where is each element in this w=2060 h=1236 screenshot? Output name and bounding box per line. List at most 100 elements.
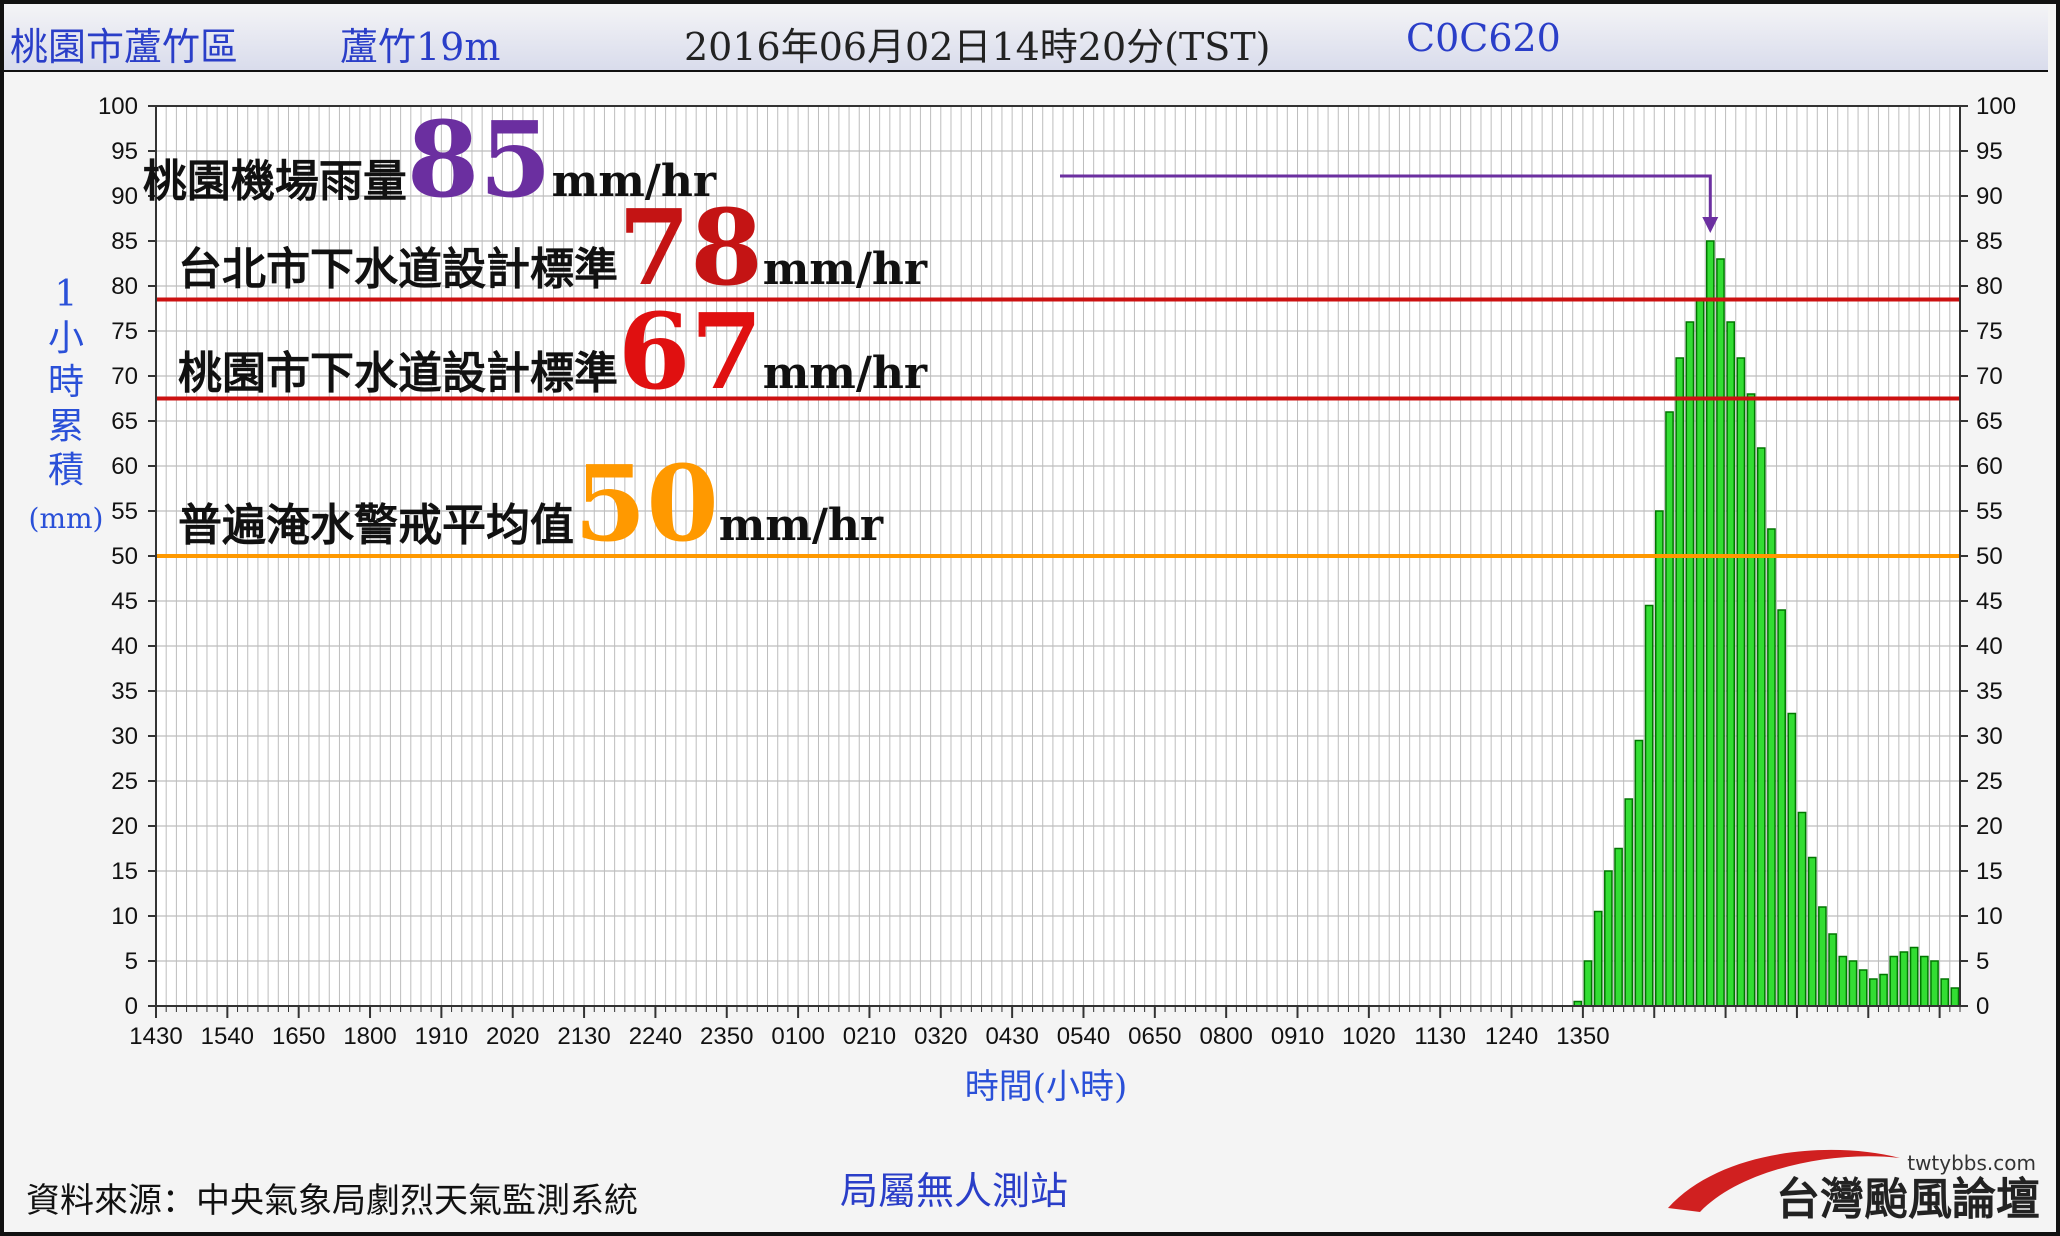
- x-tick-label: 1800: [343, 1023, 396, 1050]
- forum-logo: twtybbs.com 台灣颱風論壇: [1668, 1149, 2040, 1225]
- bar: [1685, 321, 1695, 1007]
- x-tick-label: 0650: [1128, 1023, 1181, 1050]
- bar: [1777, 609, 1786, 1007]
- y-tick-label: 70: [111, 363, 138, 390]
- bar: [1604, 870, 1613, 1007]
- y-tick-label-right: 45: [1976, 588, 2003, 615]
- x-tick-label: 0910: [1271, 1023, 1324, 1050]
- footer-source: 資料來源：中央氣象局劇烈天氣監測系統: [26, 1181, 638, 1221]
- x-tick-label: 2020: [486, 1023, 539, 1050]
- bar: [1644, 604, 1654, 1007]
- bar: [1583, 960, 1593, 1007]
- bar: [1695, 298, 1705, 1007]
- warning-unit: mm/hr: [719, 500, 884, 551]
- y-tick-label-right: 15: [1976, 858, 2003, 885]
- bar: [1756, 447, 1766, 1007]
- x-tick-label: 1430: [129, 1023, 182, 1050]
- y-tick-label: 40: [111, 633, 138, 660]
- y-tick-label-right: 95: [1976, 138, 2003, 165]
- y-tick-label-right: 65: [1976, 408, 2003, 435]
- footer-station-type: 局屬無人測站: [840, 1169, 1068, 1213]
- bar: [1807, 856, 1817, 1007]
- bar: [1624, 798, 1634, 1007]
- y-tick-label: 35: [111, 678, 138, 705]
- y-tick-label-right: 75: [1976, 318, 2003, 345]
- y-tick-label: 80: [111, 273, 138, 300]
- y-tick-label-right: 80: [1976, 273, 2003, 300]
- y-tick-label-right: 60: [1976, 453, 2003, 480]
- taoyuan-value: 67: [618, 290, 763, 413]
- bar: [1899, 951, 1909, 1007]
- bar: [1818, 906, 1827, 1007]
- y-tick-label: 45: [111, 588, 138, 615]
- x-tick-label: 2350: [700, 1023, 753, 1050]
- y-tick-label: 30: [111, 723, 138, 750]
- y-tick-label-right: 25: [1976, 768, 2003, 795]
- bar: [1593, 910, 1603, 1007]
- y-tick-label: 20: [111, 813, 138, 840]
- y-tick-label-right: 55: [1976, 498, 2003, 525]
- y-tick-label-right: 30: [1976, 723, 2003, 750]
- x-tick-label: 1910: [415, 1023, 468, 1050]
- x-tick-label: 1240: [1485, 1023, 1538, 1050]
- warning-value: 50: [574, 442, 719, 565]
- y-tick-label: 25: [111, 768, 138, 795]
- bar: [1930, 960, 1939, 1007]
- y-axis-title: 1 小時累積(mm): [29, 274, 104, 535]
- y-tick-label-right: 50: [1976, 543, 2003, 570]
- x-tick-label: 1540: [201, 1023, 254, 1050]
- airport-value: 85: [407, 98, 552, 221]
- forum-url: twtybbs.com: [1907, 1151, 2036, 1175]
- y-tick-label-right: 70: [1976, 363, 2003, 390]
- y-tick-label-right: 10: [1976, 903, 2003, 930]
- y-tick-label-right: 40: [1976, 633, 2003, 660]
- bar: [1675, 357, 1685, 1007]
- y-tick-label: 95: [111, 138, 138, 165]
- bar: [1869, 978, 1878, 1007]
- bar: [1919, 955, 1929, 1007]
- y-tick-label-right: 35: [1976, 678, 2003, 705]
- y-tick-label: 5: [125, 948, 138, 975]
- bar: [1950, 987, 1960, 1007]
- bar: [1797, 811, 1807, 1007]
- x-tick-label: 1130: [1414, 1023, 1466, 1050]
- y-tick-label-right: 100: [1976, 93, 2016, 120]
- bar: [1736, 357, 1746, 1007]
- bar: [1848, 960, 1858, 1007]
- y-tick-label-right: 85: [1976, 228, 2003, 255]
- y-tick-label: 50: [111, 543, 138, 570]
- bar: [1787, 712, 1797, 1007]
- y-tick-label: 10: [111, 903, 138, 930]
- x-tick-label: 0100: [771, 1023, 824, 1050]
- y-tick-label-right: 90: [1976, 183, 2003, 210]
- x-tick-label: 1350: [1556, 1023, 1609, 1050]
- x-tick-label: 1650: [272, 1023, 325, 1050]
- y-tick-label: 90: [111, 183, 138, 210]
- chart-canvas: 0 05 510 1015 1520 2025 2530 3035 3540 4045 4550 50…: [26, 93, 2040, 1225]
- bar: [1705, 240, 1715, 1007]
- x-tick-label: 0210: [843, 1023, 896, 1050]
- taipei-unit: mm/hr: [763, 244, 928, 295]
- bar: [1767, 528, 1776, 1007]
- bar: [1909, 946, 1919, 1007]
- y-tick-label: 0: [125, 993, 138, 1020]
- y-tick-label-right: 5: [1976, 948, 1989, 975]
- y-tick-label: 75: [111, 318, 138, 345]
- y-tick-label: 65: [111, 408, 138, 435]
- x-tick-label: 1020: [1342, 1023, 1395, 1050]
- bar: [1828, 933, 1837, 1007]
- x-tick-label: 0430: [985, 1023, 1038, 1050]
- bar: [1838, 955, 1848, 1007]
- bar: [1726, 321, 1736, 1007]
- y-tick-label: 15: [111, 858, 138, 885]
- bar: [1879, 973, 1888, 1007]
- bar: [1665, 411, 1674, 1007]
- taoyuan-unit: mm/hr: [763, 348, 928, 399]
- x-tick-label: 0800: [1199, 1023, 1252, 1050]
- x-tick-label: 2240: [629, 1023, 682, 1050]
- y-tick-label: 55: [111, 498, 138, 525]
- y-tick-label-right: 0: [1976, 993, 1989, 1020]
- bar: [1746, 393, 1756, 1007]
- bar: [1716, 258, 1725, 1007]
- bar: [1614, 847, 1623, 1007]
